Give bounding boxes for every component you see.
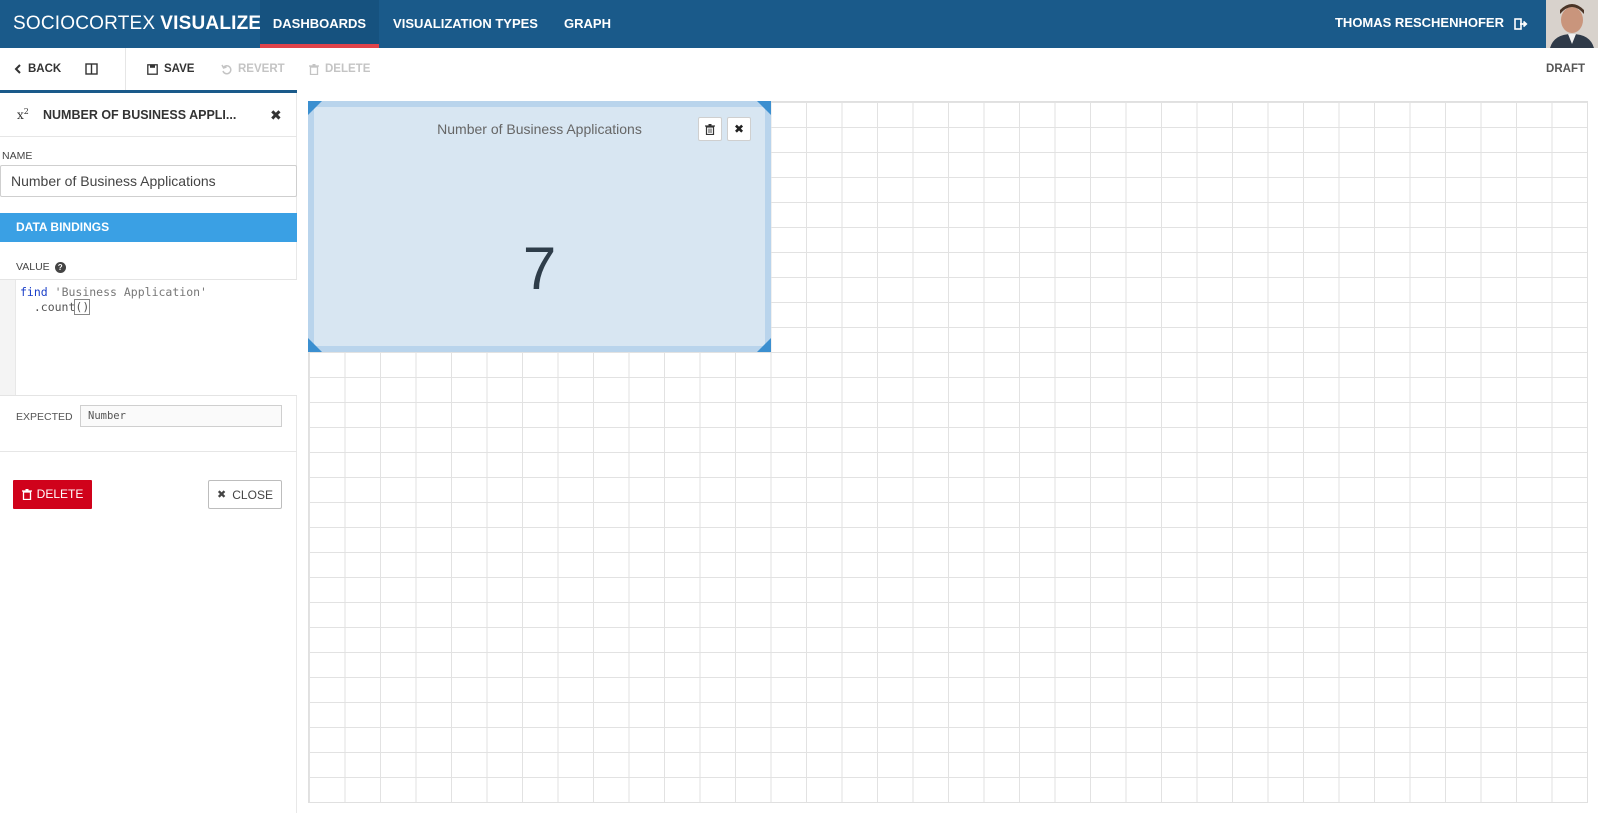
- back-label: BACK: [28, 63, 62, 75]
- resize-handle-bottom-left[interactable]: [308, 338, 322, 352]
- question-circle-icon[interactable]: ?: [54, 261, 66, 273]
- name-field[interactable]: Number of Business Applications: [0, 165, 297, 197]
- formula-icon: x2: [17, 107, 29, 122]
- nav-tab-visualization-types[interactable]: VISUALIZATION TYPES: [379, 0, 552, 48]
- times-icon: ✖: [733, 122, 745, 136]
- app-brand[interactable]: SOCIOCORTEX VISUALIZER: [13, 0, 275, 48]
- delete-widget-button[interactable]: DELETE: [13, 480, 92, 509]
- revert-button[interactable]: REVERT: [221, 48, 285, 90]
- widget-close-button[interactable]: ✖: [727, 117, 751, 141]
- resize-handle-top-left[interactable]: [308, 101, 322, 115]
- toolbar-divider: [125, 48, 126, 90]
- close-panel-label: CLOSE: [232, 487, 273, 502]
- toolbar-delete-label: DELETE: [325, 63, 371, 75]
- value-code-editor[interactable]: find 'Business Application' .count(): [0, 279, 297, 396]
- number-widget[interactable]: Number of Business Applications ✖ 7: [308, 101, 771, 352]
- floppy-disk-icon: [147, 63, 158, 75]
- code-method: .count: [33, 300, 76, 314]
- panel-title: NUMBER OF BUSINESS APPLI...: [43, 108, 237, 122]
- code-keyword: find: [20, 285, 48, 299]
- draft-status: DRAFT: [1546, 63, 1585, 75]
- resize-handle-bottom-right[interactable]: [757, 338, 771, 352]
- columns-icon: [85, 63, 98, 75]
- widget-properties-panel: x2 NUMBER OF BUSINESS APPLI... ✖ NAME Nu…: [0, 90, 297, 813]
- user-photo: [1546, 0, 1598, 48]
- widget-delete-button[interactable]: [698, 117, 722, 141]
- name-label: NAME: [2, 150, 33, 162]
- code-brackets: (): [74, 299, 91, 315]
- value-label: VALUE: [16, 261, 50, 273]
- delete-widget-label: DELETE: [36, 487, 84, 501]
- layout-toggle-button[interactable]: [85, 48, 98, 90]
- user-avatar[interactable]: [1546, 0, 1598, 48]
- times-icon: ✖: [217, 489, 227, 501]
- close-panel-button[interactable]: ✖ CLOSE: [208, 480, 282, 509]
- top-navbar: SOCIOCORTEX VISUALIZER DASHBOARDS VISUALI…: [0, 0, 1598, 48]
- save-button[interactable]: SAVE: [147, 48, 194, 90]
- trash-icon: [21, 489, 32, 500]
- sign-out-icon[interactable]: [1514, 17, 1528, 31]
- user-name[interactable]: THOMAS RESCHENHOFER: [1335, 0, 1504, 48]
- chevron-left-icon: [14, 64, 21, 74]
- toolbar: BACK SAVE REVERT DELETE DRAFT: [0, 48, 1598, 90]
- back-button[interactable]: BACK: [14, 48, 61, 90]
- panel-header: x2 NUMBER OF BUSINESS APPLI... ✖: [0, 93, 297, 137]
- editor-gutter: [0, 280, 16, 395]
- toolbar-delete-button[interactable]: DELETE: [309, 48, 370, 90]
- expected-label: EXPECTED: [16, 411, 73, 423]
- resize-handle-top-right[interactable]: [757, 101, 771, 115]
- panel-divider: [0, 451, 297, 452]
- brand-bold-text: VISUALIZER: [160, 13, 276, 34]
- expected-type-field: Number: [80, 405, 282, 427]
- panel-close-icon[interactable]: ✖: [270, 107, 282, 124]
- nav-tab-dashboards[interactable]: DASHBOARDS: [260, 0, 379, 48]
- code-text[interactable]: find 'Business Application' .count(): [20, 285, 207, 315]
- value-label-row: VALUE ?: [16, 261, 66, 273]
- nav-tab-graph[interactable]: GRAPH: [552, 0, 623, 48]
- undo-icon: [221, 64, 232, 74]
- trash-icon: [309, 63, 319, 75]
- save-label: SAVE: [164, 63, 195, 75]
- data-bindings-header[interactable]: DATA BINDINGS: [0, 213, 297, 242]
- code-string: 'Business Application': [54, 285, 207, 299]
- revert-label: REVERT: [238, 63, 285, 75]
- widget-value: 7: [522, 235, 557, 302]
- trash-icon: [705, 123, 715, 135]
- brand-light-text: SOCIOCORTEX: [13, 13, 156, 34]
